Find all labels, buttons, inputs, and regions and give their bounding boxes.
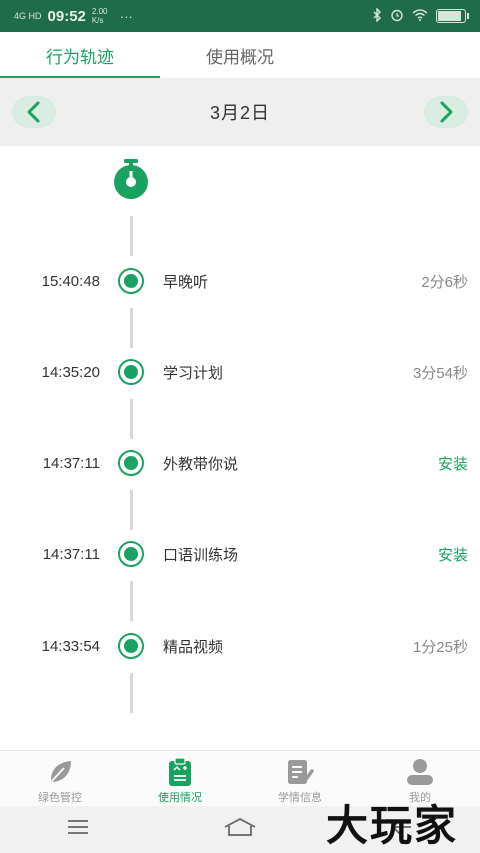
entry-app-name: 早晚听 [163,273,209,291]
tab-bar: 行为轨迹 使用概况 [0,32,480,78]
network-speed: 2.00 K/s [91,7,108,25]
entry-app-name: 外教带你说 [163,455,239,473]
watermark: 大玩家 [326,801,459,850]
timeline-entry[interactable]: 14:37:11 口语训练场 安装 [0,539,480,569]
timeline-entry[interactable]: 15:40:48 早晚听 2分6秒 [0,266,480,296]
current-date: 3月2日 [209,103,271,123]
stopwatch-icon [110,158,152,205]
entry-time: 14:35:20 [41,363,100,381]
battery-level [438,11,461,21]
nav-green-control[interactable]: 绿色管控 [0,751,120,806]
tab-usage-overview[interactable]: 使用概况 [160,32,320,78]
entry-dot-icon [118,359,144,385]
nav-usage[interactable]: 使用情况 [120,751,240,806]
entry-dot-icon [118,633,144,659]
user-icon [405,757,435,787]
entry-time: 14:37:11 [42,545,100,563]
entry-time: 14:37:11 [42,454,100,472]
entry-dot-icon [118,450,144,476]
wifi-icon [412,8,428,24]
carrier-label: 4G HD [14,11,42,21]
document-edit-icon [285,757,315,787]
date-selector: 3月2日 [0,78,480,146]
install-button[interactable]: 安装 [438,453,468,474]
entry-duration: 3分54秒 [412,364,468,382]
install-button[interactable]: 安装 [438,544,468,565]
chevron-left-icon [27,101,40,123]
timeline-entry[interactable]: 14:33:54 精品视频 1分25秒 [0,631,480,661]
entry-dot-icon [118,268,144,294]
entry-dot-icon [118,541,144,567]
timeline-connector [130,581,133,621]
menu-icon[interactable] [66,819,90,840]
next-day-button[interactable] [424,96,468,128]
entry-app-name: 精品视频 [163,638,224,656]
chevron-right-icon [440,101,453,123]
nav-label: 学情信息 [278,792,322,804]
bluetooth-icon [372,6,382,25]
status-bar: 4G HD 09:52 2.00 K/s ··· [0,0,480,32]
entry-duration: 2分6秒 [421,273,468,291]
clipboard-icon [166,757,194,787]
nav-label: 使用情况 [158,792,202,804]
timeline-connector [130,673,133,713]
more-notifications-icon: ··· [119,8,133,24]
alarm-icon [390,8,404,25]
nav-label: 绿色管控 [38,792,82,804]
entry-time: 14:33:54 [41,637,100,655]
clock: 09:52 [47,7,86,25]
timeline-connector [130,216,133,256]
timeline-connector [130,399,133,439]
tab-behavior-track[interactable]: 行为轨迹 [0,32,160,78]
entry-app-name: 学习计划 [163,364,224,382]
timeline-connector [130,308,133,348]
leaf-icon [46,757,74,787]
entry-duration: 1分25秒 [412,638,468,656]
previous-day-button[interactable] [12,96,56,128]
entry-app-name: 口语训练场 [163,546,239,564]
behavior-timeline: 15:40:48 早晚听 2分6秒 14:35:20 学习计划 3分54秒 14… [0,146,480,750]
timeline-entry[interactable]: 14:35:20 学习计划 3分54秒 [0,357,480,387]
entry-time: 15:40:48 [41,272,100,290]
timeline-connector [130,490,133,530]
home-icon[interactable] [223,817,257,842]
timeline-entry[interactable]: 14:37:11 外教带你说 安装 [0,448,480,478]
battery-icon [436,9,469,23]
